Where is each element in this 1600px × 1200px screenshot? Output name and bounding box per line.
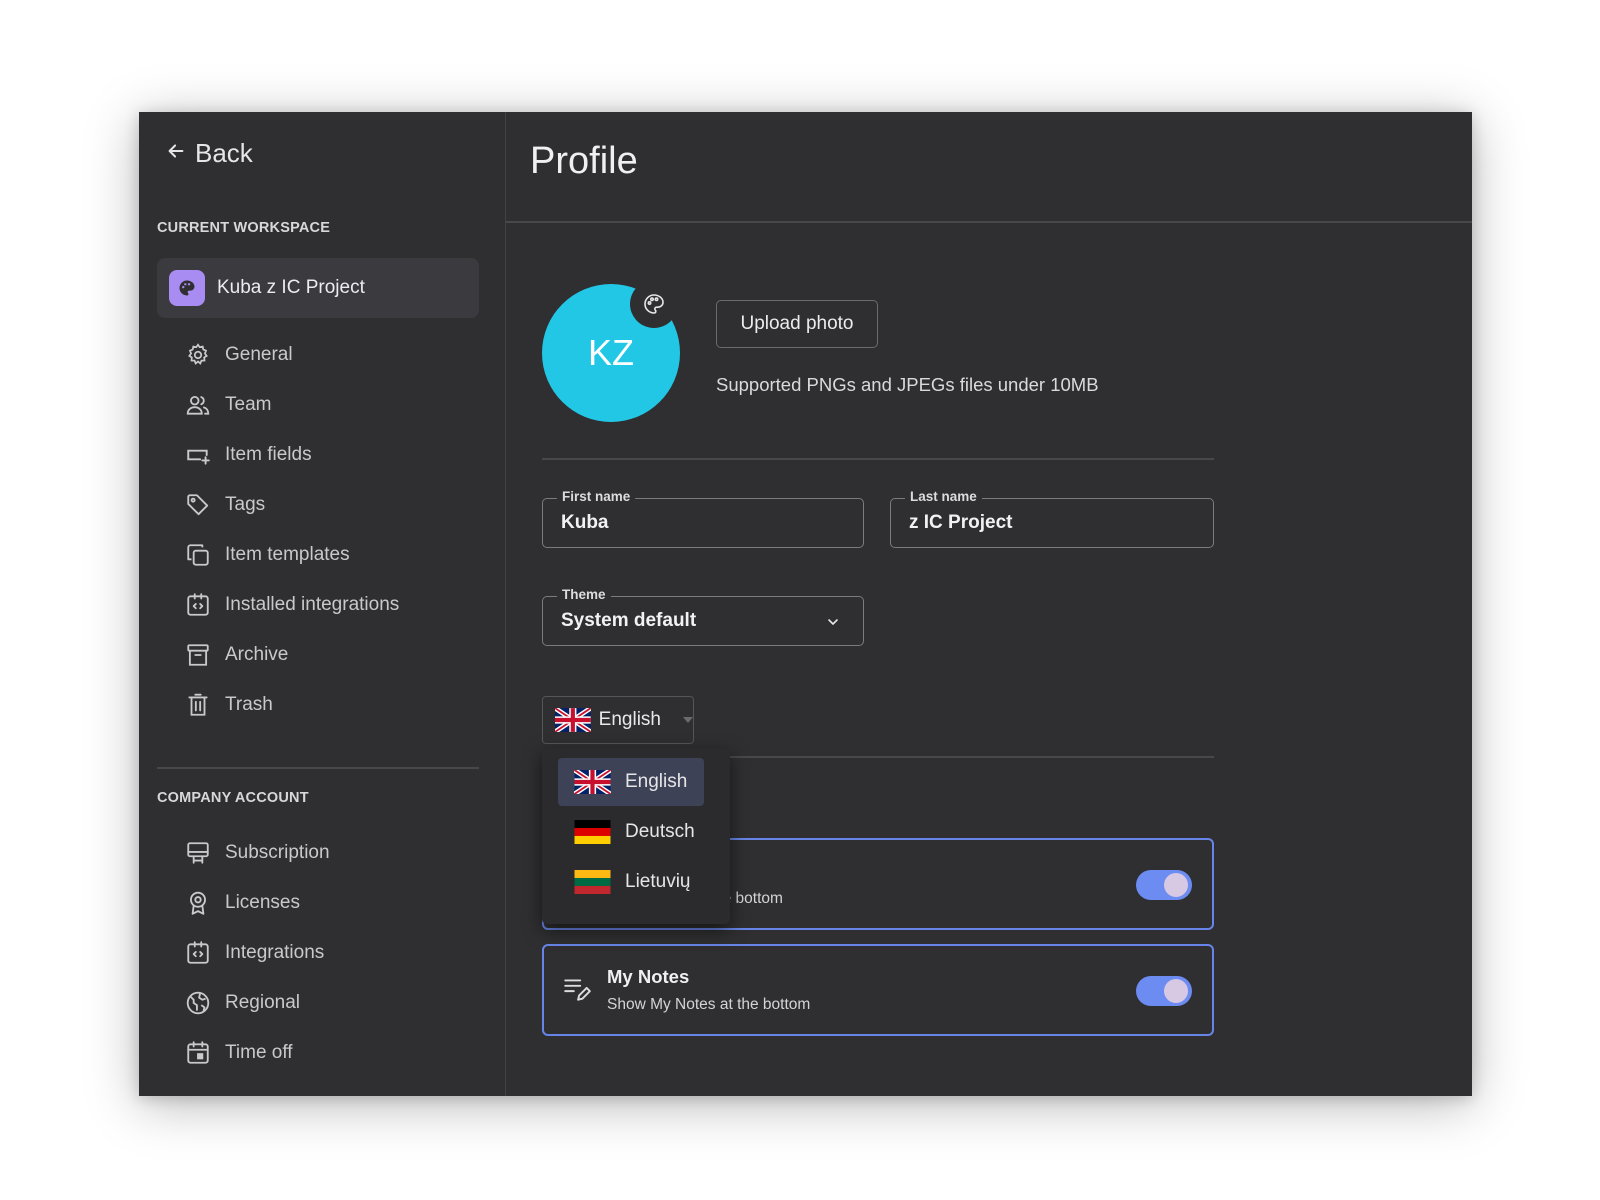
workspace-selector[interactable]: Kuba z IC Project [157,258,479,318]
company-account-heading: COMPANY ACCOUNT [157,790,309,806]
templates-icon [185,542,211,568]
license-icon [185,890,211,916]
first-name-field[interactable]: First name Kuba [542,489,864,548]
chevron-down-icon [828,619,838,625]
theme-label: Theme [557,587,611,602]
sidebar-item-archive[interactable]: Archive [185,635,485,675]
last-name-value[interactable]: z IC Project [909,512,1189,534]
toggle-knob [1164,873,1188,897]
palette-icon [179,280,195,296]
sidebar-item-label: Item fields [225,444,312,465]
gear-icon [185,342,211,368]
page-title: Profile [530,140,638,182]
toggle-knob [1164,979,1188,1003]
sidebar: Back CURRENT WORKSPACE Kuba z IC Project… [139,112,506,1096]
my-notes-toggle[interactable] [1136,976,1192,1006]
back-button[interactable]: Back [165,136,253,170]
sidebar-item-general[interactable]: General [185,335,485,375]
sidebar-item-label: Team [225,394,272,415]
calendar-icon [185,1040,211,1066]
header-divider [506,221,1472,223]
card-title: My Notes [607,966,690,987]
trash-icon [185,692,211,718]
sidebar-item-label: Tags [225,494,266,515]
germany-flag-icon [574,820,611,844]
last-name-field[interactable]: Last name z IC Project [890,489,1214,548]
bottom-section-toggle[interactable] [1136,870,1192,900]
workspace-name: Kuba z IC Project [217,277,365,298]
language-option-lietuviu[interactable]: Lietuvių [558,858,704,906]
sidebar-item-label: Installed integrations [225,594,400,615]
item-fields-icon [185,442,211,468]
settings-window: Back CURRENT WORKSPACE Kuba z IC Project… [139,112,1472,1096]
card-subtitle: Show My Notes at the bottom [607,996,811,1013]
sidebar-divider [157,767,479,769]
lithuania-flag-icon [574,870,611,894]
sidebar-item-item-templates[interactable]: Item templates [185,535,485,575]
language-select[interactable]: English [542,696,694,744]
sidebar-item-label: Regional [225,992,300,1013]
sidebar-item-tags[interactable]: Tags [185,485,485,525]
sidebar-item-label: Integrations [225,942,325,963]
theme-value: System default [561,610,697,631]
sidebar-item-item-fields[interactable]: Item fields [185,435,485,475]
my-notes-card: My Notes Show My Notes at the bottom [542,944,1214,1036]
first-name-value[interactable]: Kuba [561,512,841,534]
sidebar-item-installed-integrations[interactable]: Installed integrations [185,585,485,625]
palette-icon [644,294,664,314]
language-option-english[interactable]: English [558,758,704,806]
tag-icon [185,492,211,518]
integrations-icon [185,592,211,618]
upload-photo-button[interactable]: Upload photo [716,300,878,348]
sidebar-item-label: Licenses [225,892,300,913]
current-workspace-heading: CURRENT WORKSPACE [157,220,331,236]
first-name-label: First name [557,489,636,504]
uk-flag-icon [574,770,611,794]
theme-select[interactable]: Theme System default [542,587,864,646]
subscription-icon [185,840,211,866]
last-name-label: Last name [905,489,982,504]
sidebar-item-label: General [225,344,293,365]
language-option-label: Deutsch [625,821,695,842]
avatar-initials: KZ [587,332,634,373]
team-icon [185,392,211,418]
arrow-left-icon [165,138,187,169]
integrations-icon [185,940,211,966]
archive-icon [185,642,211,668]
sidebar-item-label: Trash [225,694,273,715]
sidebar-item-label: Subscription [225,842,330,863]
sidebar-item-licenses[interactable]: Licenses [185,883,485,923]
sidebar-item-time-off[interactable]: Time off [185,1033,485,1073]
uk-flag-icon [555,708,591,732]
sidebar-item-label: Time off [225,1042,293,1063]
sidebar-item-label: Archive [225,644,289,665]
sidebar-item-label: Item templates [225,544,350,565]
language-menu: English Deutsch Lietuvių [542,748,730,924]
sidebar-item-trash[interactable]: Trash [185,685,485,725]
caret-down-icon [683,717,693,723]
language-value: English [598,709,661,730]
language-option-label: Lietuvių [625,871,691,892]
language-option-deutsch[interactable]: Deutsch [558,808,704,856]
upload-hint: Supported PNGs and JPEGs files under 10M… [716,374,1099,395]
sidebar-item-team[interactable]: Team [185,385,485,425]
globe-icon [185,990,211,1016]
avatar-color-button[interactable] [630,280,678,328]
sidebar-item-integrations[interactable]: Integrations [185,933,485,973]
sidebar-item-subscription[interactable]: Subscription [185,833,485,873]
back-label: Back [195,137,253,168]
sidebar-item-regional[interactable]: Regional [185,983,485,1023]
notes-edit-icon [564,979,591,1001]
workspace-avatar [169,270,205,306]
section-divider [542,458,1214,460]
language-option-label: English [625,771,688,792]
profile-panel: Profile KZ Upload photo Supported PNGs a… [506,112,1472,1096]
